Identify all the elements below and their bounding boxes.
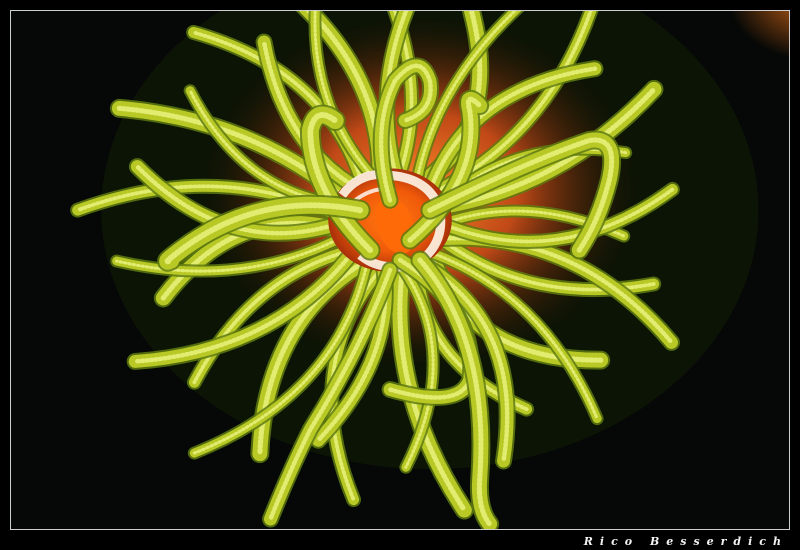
coral-photograph (10, 10, 790, 530)
photographer-credit: Rico Besserdich (583, 535, 788, 548)
coral-polyp-image (11, 11, 789, 529)
photo-frame: Rico Besserdich (0, 0, 800, 550)
